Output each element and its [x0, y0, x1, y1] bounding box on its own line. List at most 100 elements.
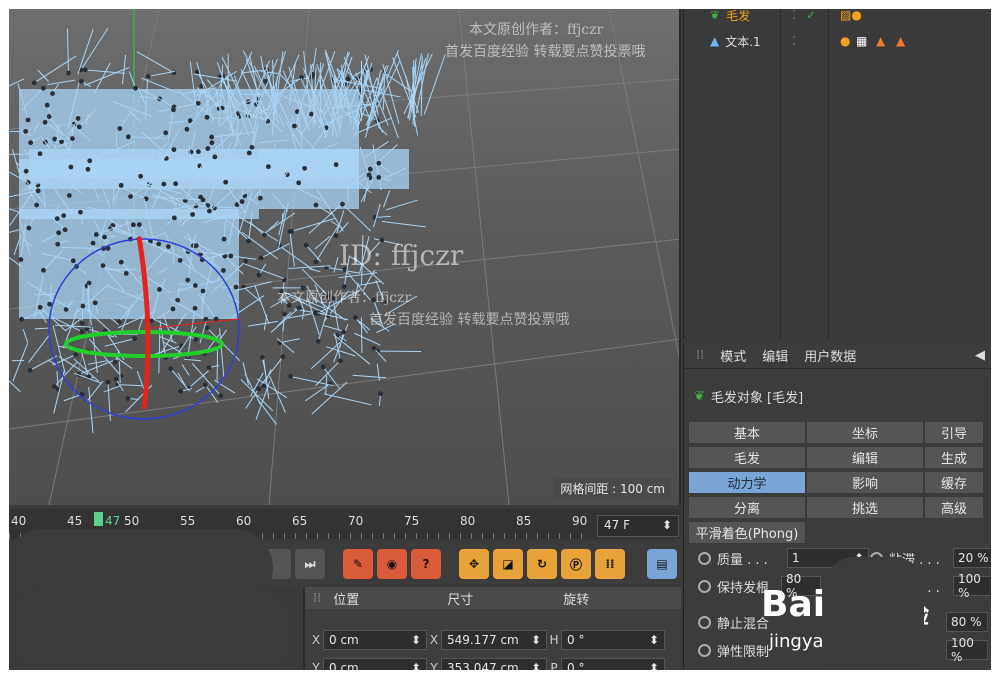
tick-label: 70	[348, 514, 364, 528]
size-y-field[interactable]: 353.047 cm ⬍	[441, 658, 547, 670]
tick-label: 60	[236, 514, 252, 528]
autokey-icon[interactable]: ◉	[377, 549, 407, 579]
tick-label: 75	[404, 514, 420, 528]
go-to-end-icon[interactable]: ⏭	[295, 549, 325, 579]
object-title: 毛发对象 [毛发]	[710, 391, 804, 406]
phong-tag-icon[interactable]: ●	[840, 34, 850, 48]
keyframe-radio-icon[interactable]	[698, 643, 711, 657]
menu-user-data[interactable]: 用户数据	[804, 346, 856, 365]
material-tag-icon-2[interactable]: ▲	[896, 34, 905, 48]
viscosity-field[interactable]: 20 %	[953, 548, 991, 568]
axis-label: Y	[430, 661, 438, 670]
hair-material-tag-icon[interactable]: ▨●	[840, 9, 862, 22]
object-name[interactable]: 文本.1	[725, 33, 760, 50]
current-frame-field[interactable]: 47 F ⬍	[597, 515, 679, 537]
size-header: 尺寸	[447, 592, 474, 608]
enabled-check-icon[interactable]: ✓	[806, 9, 816, 22]
tab-phong[interactable]: 平滑着色(Phong)	[688, 521, 806, 544]
spinner-icon[interactable]: ⬍	[531, 633, 541, 647]
c4d-window: 网格间距 : 100 cm 40 45 47 50 55 60 65 70 75…	[9, 9, 991, 670]
attribute-tab[interactable]: 缓存	[924, 471, 984, 494]
spinner-icon[interactable]: ⬍	[531, 661, 541, 670]
rest-blend-field[interactable]: 80 %	[946, 612, 988, 632]
attribute-menu-bar: ⁞⁞ 模式 编辑 用户数据 ◀	[684, 343, 991, 369]
keyframe-radio-icon[interactable]	[698, 579, 711, 593]
stiffness-field[interactable]: 100 %	[953, 572, 991, 600]
attribute-tab[interactable]: 编辑	[806, 446, 924, 469]
position-header: 位置	[333, 592, 360, 608]
redaction-blob	[824, 557, 924, 670]
param-spring-limit-value: 100 %	[946, 636, 988, 664]
watermark-author-top: 本文原创作者：ffjczr	[469, 22, 604, 38]
object-row-hair[interactable]: ❦ 毛发 ⁚ ✓ ▨●	[684, 9, 991, 27]
visibility-dots-icon[interactable]: ⁚	[792, 34, 796, 48]
attribute-tab[interactable]: 坐标	[806, 421, 924, 444]
attribute-tab[interactable]: 基本	[688, 421, 806, 444]
keyframe-radio-icon[interactable]	[698, 551, 711, 565]
baidu-logo: Bai	[761, 584, 826, 625]
record-keys-icon[interactable]: ✎	[343, 549, 373, 579]
current-frame-tick: 47	[105, 514, 121, 528]
menu-mode[interactable]: 模式	[720, 346, 746, 365]
hair-object-icon: ❦	[694, 389, 705, 404]
rotation-h-field[interactable]: 0 ° ⬍	[561, 630, 665, 650]
param-label: 质量 . . .	[717, 552, 768, 568]
grip-icon: ⁞⁞	[696, 348, 705, 363]
scale-key-icon[interactable]: ◪	[493, 549, 523, 579]
move-key-icon[interactable]: ✥	[459, 549, 489, 579]
visibility-dots-icon[interactable]: ⁚	[792, 9, 796, 22]
value: 80 %	[951, 615, 982, 629]
watermark-baidu-center: 首发百度经验 转载要点赞投票哦	[369, 312, 570, 328]
value: 0 °	[567, 633, 585, 647]
param-label: 弹性限制	[717, 644, 770, 660]
keyframe-radio-icon[interactable]	[698, 615, 711, 629]
attribute-tab[interactable]: 生成	[924, 446, 984, 469]
object-name[interactable]: 毛发	[726, 9, 750, 24]
value: 549.177 cm	[447, 633, 519, 647]
watermark-baidu-top: 首发百度经验 转载要点赞投票哦	[445, 44, 646, 60]
coord-row-x: X 0 cm ⬍ X 549.177 cm ⬍ H 0 ° ⬍	[309, 629, 665, 651]
spinner-icon[interactable]: ⬍	[411, 661, 421, 670]
checker-tag-icon[interactable]: ▦	[856, 34, 867, 48]
rotation-p-field[interactable]: 0 ° ⬍	[561, 658, 665, 670]
coord-row-y: Y 0 cm ⬍ Y 353.047 cm ⬍ P 0 ° ⬍	[309, 657, 665, 670]
attribute-tab[interactable]: 挑选	[806, 496, 924, 519]
rotate-key-icon[interactable]: ↻	[527, 549, 557, 579]
spinner-icon[interactable]: ⬍	[662, 518, 672, 532]
size-x-field[interactable]: 549.177 cm ⬍	[441, 630, 547, 650]
attribute-tab[interactable]: 分离	[688, 496, 806, 519]
tick-label: 40	[11, 514, 27, 528]
point-level-icon[interactable]: ⁞⁞	[595, 549, 625, 579]
object-row-text[interactable]: ▲ 文本.1 ⁚ ● ▦ ▲ ▲	[684, 29, 991, 53]
rotation-header: 旋转	[563, 592, 590, 608]
axis-label: H	[549, 633, 559, 647]
param-rest-blend: 静止混合	[698, 611, 769, 633]
attribute-tab[interactable]: 毛发	[688, 446, 806, 469]
attribute-tab[interactable]: 高级	[924, 496, 984, 519]
film-icon[interactable]: ▤	[647, 549, 677, 579]
value: 0 cm	[329, 633, 359, 647]
position-y-field[interactable]: 0 cm ⬍	[323, 658, 427, 670]
menu-edit[interactable]: 编辑	[762, 346, 788, 365]
grid-spacing-label: 网格间距 : 100 cm	[554, 478, 671, 499]
object-manager: ❦ 毛发 ⁚ ✓ ▨● ▲ 文本.1 ⁚ ● ▦ ▲ ▲	[683, 9, 991, 339]
playhead-marker[interactable]	[94, 512, 103, 526]
value: 20 %	[958, 551, 989, 565]
attribute-tab[interactable]: 影响	[806, 471, 924, 494]
attribute-tab[interactable]: 动力学	[688, 471, 806, 494]
spinner-icon[interactable]: ⬍	[649, 633, 659, 647]
parameter-key-icon[interactable]: Ⓟ	[561, 549, 591, 579]
position-x-field[interactable]: 0 cm ⬍	[323, 630, 427, 650]
back-arrow-icon[interactable]: ◀	[975, 348, 985, 363]
spring-limit-field[interactable]: 100 %	[946, 636, 988, 664]
keyframe-selection-icon[interactable]: ?	[411, 549, 441, 579]
spinner-icon[interactable]: ⬍	[649, 661, 659, 670]
param-spring-limit: 弹性限制	[698, 639, 769, 661]
spinner-icon[interactable]: ⬍	[411, 633, 421, 647]
attribute-tab[interactable]: 引导	[924, 421, 984, 444]
coordinates-panel: ⁞⁞ 位置 尺寸 旋转 X 0 cm ⬍ X 549.177 cm ⬍ H 0 ° ⬍…	[303, 587, 681, 670]
tick-label: 90	[572, 514, 588, 528]
column-divider	[828, 9, 829, 339]
watermark-id: ID: ffjczr	[339, 239, 464, 272]
material-tag-icon[interactable]: ▲	[876, 34, 885, 48]
